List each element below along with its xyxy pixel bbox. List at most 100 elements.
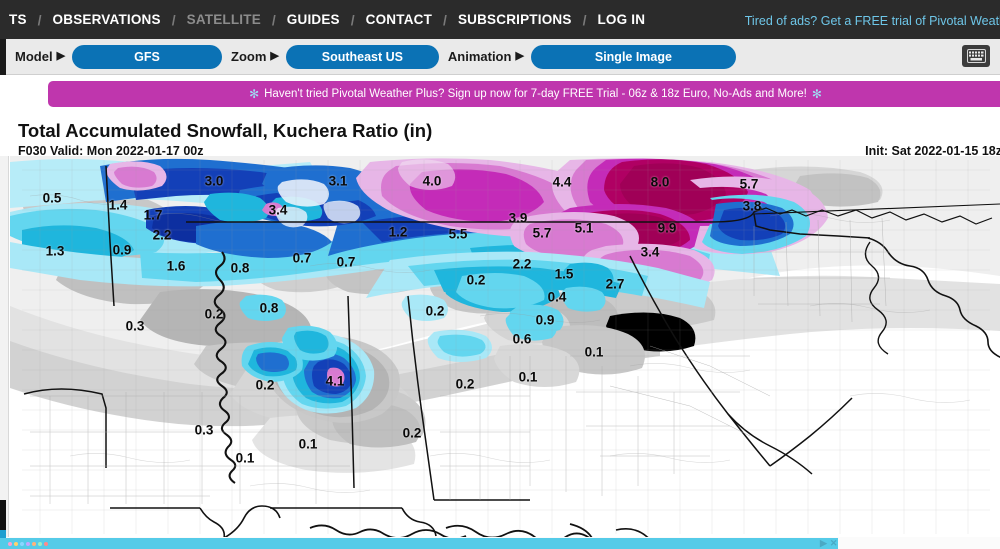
nav-link-log-in[interactable]: LOG IN xyxy=(588,12,654,27)
snowfall-value-label: 0.2 xyxy=(402,425,422,441)
snowfall-value-label: 0.2 xyxy=(255,377,275,393)
nav-separator: / xyxy=(350,11,355,28)
toolbar-left-edge xyxy=(0,38,6,75)
snowfall-value-label: 4.0 xyxy=(422,173,442,189)
zoom-control-group: Zoom ▶ Southeast US xyxy=(231,44,439,69)
snowfall-value-label: 0.2 xyxy=(455,376,475,392)
snowfall-value-label: 0.1 xyxy=(518,369,538,385)
snowfall-value-label: 0.8 xyxy=(230,260,250,276)
snowfall-value-label: 0.8 xyxy=(259,300,279,316)
taskbar-dot-icon xyxy=(32,541,36,546)
zoom-label-text: Zoom xyxy=(231,49,267,64)
model-label-text: Model xyxy=(15,49,53,64)
promo-banner-wrapper: ✻ Haven't tried Pivotal Weather Plus? Si… xyxy=(0,79,1000,109)
chevron-right-icon: ▶ xyxy=(56,50,66,62)
nav-separator: / xyxy=(271,11,276,28)
snowfall-value-label: 0.2 xyxy=(466,272,486,288)
chevron-right-icon: ▶ xyxy=(270,50,279,62)
chevron-right-icon: ▶ xyxy=(515,50,524,62)
snowfall-value-label: 5.7 xyxy=(739,176,759,192)
animation-select-button[interactable]: Single Image xyxy=(530,44,736,69)
snowfall-value-label: 1.4 xyxy=(108,197,128,213)
snowfall-value-label: 0.3 xyxy=(125,318,145,334)
snowfall-value-label: 3.9 xyxy=(508,210,528,226)
nav-separator: / xyxy=(37,11,42,28)
nav-separator: / xyxy=(171,11,176,28)
nav-link-satellite[interactable]: SATELLITE xyxy=(178,12,270,27)
snowfall-value-label: 1.6 xyxy=(166,258,186,274)
snowfall-value-label: 0.1 xyxy=(584,344,604,360)
keyboard-icon[interactable] xyxy=(962,45,990,67)
snowfall-value-label: 1.2 xyxy=(388,224,408,240)
nav-link-ts[interactable]: TS xyxy=(0,12,36,27)
browser-taskbar[interactable] xyxy=(0,538,838,549)
page-title: Total Accumulated Snowfall, Kuchera Rati… xyxy=(18,120,433,141)
nav-link-guides[interactable]: GUIDES xyxy=(278,12,349,27)
snowfall-value-label: 0.5 xyxy=(42,190,62,206)
snowfall-value-label: 5.1 xyxy=(574,220,594,236)
snowfall-value-label: 4.1 xyxy=(325,373,345,389)
snowfall-value-label: 1.7 xyxy=(143,207,163,223)
snowfall-value-label: 0.6 xyxy=(512,331,532,347)
nav-link-subscriptions[interactable]: SUBSCRIPTIONS xyxy=(449,12,581,27)
snowfall-value-label: 2.2 xyxy=(152,227,172,243)
taskbar-dot-icon xyxy=(8,541,12,546)
snowfall-value-label: 9.9 xyxy=(657,220,677,236)
promo-banner-text: Haven't tried Pivotal Weather Plus? Sign… xyxy=(264,88,807,100)
snowfall-map[interactable]: 0.5 1.4 1.7 2.2 1.3 0.9 1.6 3.0 3.4 3.1 4.0 4.4 8.0 5… xyxy=(10,156,1000,537)
snowfall-value-label: 1.3 xyxy=(45,243,65,259)
snowfall-value-label: 0.7 xyxy=(336,254,356,270)
snowfall-value-label: 0.9 xyxy=(112,242,132,258)
nav-separator: / xyxy=(582,11,587,28)
control-toolbar: Model ▶ GFS Zoom ▶ Southeast US Animatio… xyxy=(0,38,1000,75)
nav-links: TS / OBSERVATIONS / SATELLITE / GUIDES /… xyxy=(0,12,654,28)
snowfall-value-label: 3.0 xyxy=(204,173,224,189)
snowfall-value-label: 0.1 xyxy=(235,450,255,466)
snowfall-value-label: 0.1 xyxy=(298,436,318,452)
ad-free-trial-link[interactable]: Tired of ads? Get a FREE trial of Pivota… xyxy=(745,14,1000,28)
snowfall-value-label: 0.7 xyxy=(292,250,312,266)
snowfall-value-label: 8.0 xyxy=(650,174,670,190)
snowfall-value-label: 0.2 xyxy=(425,303,445,319)
snowfall-value-label: 3.1 xyxy=(328,173,348,189)
taskbar-dot-icon xyxy=(44,541,48,546)
snowfall-value-label: 0.2 xyxy=(204,306,224,322)
snowfall-value-label: 0.4 xyxy=(547,289,567,305)
snowfall-value-label: 0.9 xyxy=(535,312,555,328)
taskbar-icons xyxy=(8,538,48,549)
model-label: Model ▶ xyxy=(15,49,65,64)
play-icon[interactable]: ▶ xyxy=(820,538,827,549)
pivotal-weather-page: TS / OBSERVATIONS / SATELLITE / GUIDES /… xyxy=(0,0,1000,549)
animation-label-text: Animation xyxy=(447,49,512,64)
close-icon[interactable]: ✕ xyxy=(830,538,838,549)
snowfall-value-label: 0.3 xyxy=(194,422,214,438)
taskbar-dot-icon xyxy=(20,541,24,546)
snowfall-value-label: 4.4 xyxy=(552,174,572,190)
promo-banner[interactable]: ✻ Haven't tried Pivotal Weather Plus? Si… xyxy=(48,81,1000,107)
zoom-label: Zoom ▶ xyxy=(231,49,279,64)
zoom-select-button[interactable]: Southeast US xyxy=(285,44,439,69)
snowfall-value-label: 5.5 xyxy=(448,226,468,242)
snowfall-value-label: 5.7 xyxy=(532,225,552,241)
taskbar-dot-icon xyxy=(26,541,30,546)
model-control-group: Model ▶ GFS xyxy=(15,44,223,69)
model-select-button[interactable]: GFS xyxy=(72,44,223,69)
snowfall-value-label: 3.4 xyxy=(268,202,288,218)
top-navigation-bar: TS / OBSERVATIONS / SATELLITE / GUIDES /… xyxy=(0,0,1000,39)
snowfall-value-label: 2.7 xyxy=(605,276,625,292)
snowfall-value-label: 1.5 xyxy=(554,266,574,282)
snowfall-value-label: 3.4 xyxy=(640,244,660,260)
taskbar-right-controls[interactable]: ▶ ✕ xyxy=(820,538,837,549)
taskbar-dot-icon xyxy=(38,541,42,546)
taskbar-dot-icon xyxy=(14,541,18,546)
snowfall-value-labels: 0.5 1.4 1.7 2.2 1.3 0.9 1.6 3.0 3.4 3.1 4.0 4.4 8.0 5… xyxy=(10,156,1000,537)
nav-separator: / xyxy=(443,11,447,28)
map-container: 0.5 1.4 1.7 2.2 1.3 0.9 1.6 3.0 3.4 3.1 4.0 4.4 8.0 5… xyxy=(0,156,1000,537)
snowflake-icon-right: ✻ xyxy=(811,87,822,101)
nav-link-contact[interactable]: CONTACT xyxy=(357,12,441,27)
snowfall-value-label: 3.8 xyxy=(742,198,762,214)
chart-header: Total Accumulated Snowfall, Kuchera Rati… xyxy=(0,109,1000,158)
snowfall-value-label: 2.2 xyxy=(512,256,532,272)
nav-link-observations[interactable]: OBSERVATIONS xyxy=(44,12,170,27)
map-left-gutter xyxy=(0,156,9,537)
